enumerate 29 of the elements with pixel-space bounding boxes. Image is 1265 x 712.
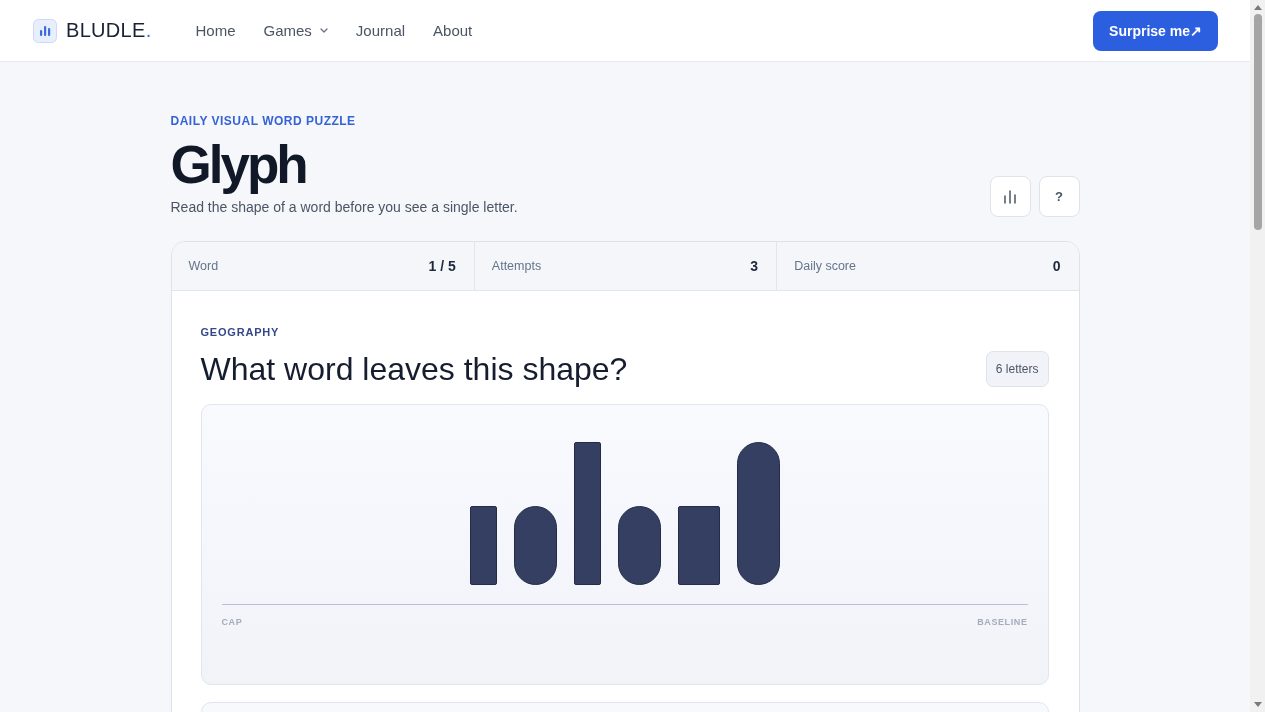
- stat-label: Attempts: [491, 259, 542, 273]
- letter-count-badge: 6 letters: [985, 351, 1049, 387]
- scrollbar[interactable]: [1250, 0, 1265, 712]
- stat-value: 1 / 5: [428, 258, 456, 274]
- nav-link[interactable]: Games: [263, 22, 328, 39]
- question-heading: What word leaves this shape?: [200, 350, 628, 389]
- scroll-up-icon[interactable]: [1253, 5, 1262, 10]
- category-label: GEOGRAPHY: [200, 326, 280, 339]
- axis-label: CAP: [221, 617, 243, 628]
- bar-chart-logo-icon: [33, 18, 57, 43]
- stat-label: Daily score: [794, 259, 856, 273]
- eyebrow-label: DAILY VISUAL WORD PUZZLE: [170, 113, 356, 129]
- chart-button[interactable]: [989, 176, 1031, 217]
- page-title: Glyph: [170, 135, 307, 194]
- scrollbar-thumb[interactable]: [1253, 14, 1262, 230]
- logo-link[interactable]: BLUDLE.: [33, 18, 152, 43]
- bar-chart-icon: [1003, 189, 1017, 204]
- nav-link[interactable]: Home: [195, 22, 236, 39]
- help-button[interactable]: ?: [1038, 176, 1080, 217]
- axis-label: BASELINE: [977, 617, 1028, 628]
- nav-link[interactable]: About: [433, 22, 473, 39]
- stat-value: 3: [750, 258, 759, 274]
- nav-link[interactable]: Journal: [355, 22, 406, 39]
- page-subtitle: Read the shape of a word before you see a single letter.: [170, 198, 518, 217]
- stat-label: Word: [188, 259, 219, 273]
- stat-value: 0: [1052, 258, 1061, 274]
- logo-text: BLUDLE.: [66, 19, 152, 42]
- surprise-button[interactable]: Surprise me↗: [1093, 10, 1218, 51]
- scroll-down-icon[interactable]: [1253, 702, 1262, 707]
